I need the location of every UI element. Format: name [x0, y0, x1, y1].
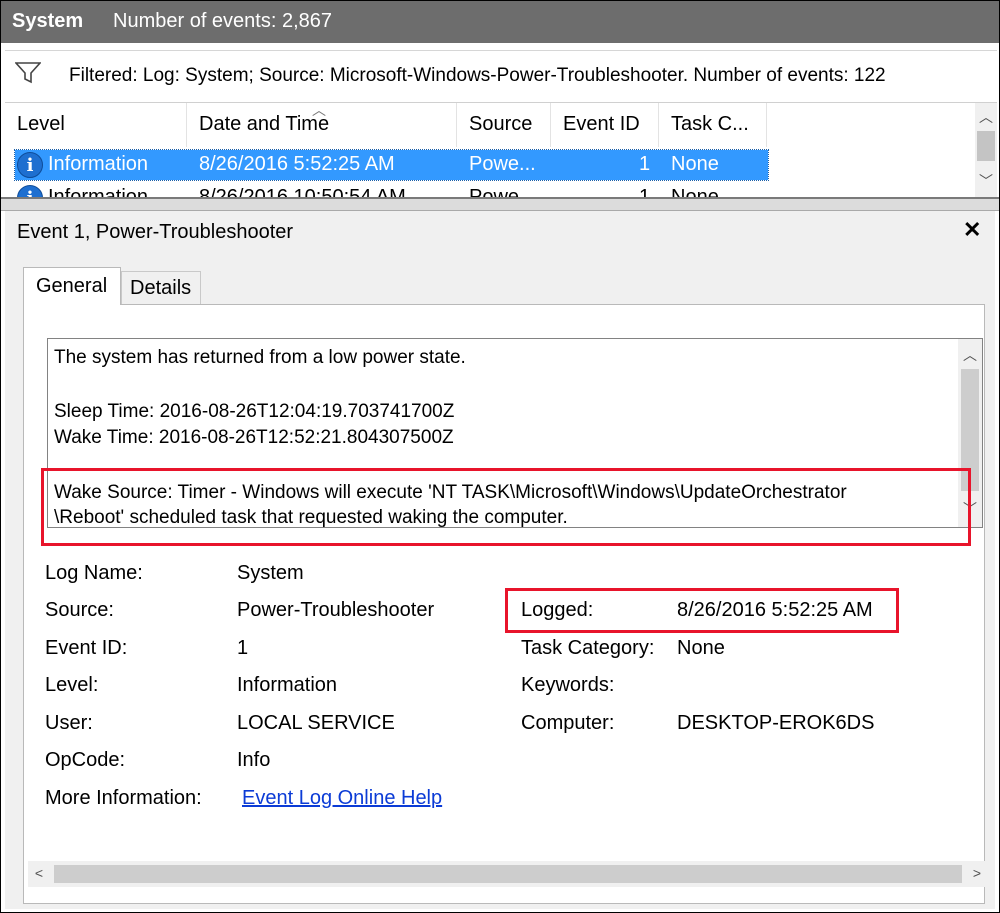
scroll-right-icon[interactable]: >	[966, 865, 988, 881]
pane-splitter[interactable]	[1, 197, 999, 211]
log-name-label: Log Name:	[45, 562, 143, 584]
column-header-source[interactable]: Source	[457, 103, 551, 147]
general-tab-panel: The system has returned from a low power…	[23, 304, 985, 904]
log-header: System Number of events: 2,867	[1, 1, 999, 43]
row-task: None	[671, 153, 719, 175]
row-level: Information	[48, 153, 149, 175]
column-header-level[interactable]: Level	[5, 103, 187, 147]
tab-label: Details	[130, 277, 192, 299]
filter-bar: Filtered: Log: System; Source: Microsoft…	[5, 50, 997, 103]
filter-icon	[15, 62, 41, 84]
scroll-down-icon[interactable]: ﹀	[975, 171, 997, 191]
column-header-label: Date and Time	[199, 113, 330, 135]
scroll-left-icon[interactable]: <	[28, 865, 50, 881]
description-line: Sleep Time: 2016-08-26T12:04:19.70374170…	[54, 401, 455, 422]
information-icon: i	[17, 152, 43, 178]
event-list-scrollbar[interactable]: ︿ ﹀	[975, 103, 997, 198]
tab-label: General	[36, 275, 108, 297]
event-log-online-help-link[interactable]: Event Log Online Help	[242, 787, 442, 810]
event-viewer-window: System Number of events: 2,867 Filtered:…	[0, 0, 1000, 913]
sort-ascending-icon: ︿	[312, 102, 326, 118]
row-source: Powe...	[469, 153, 536, 175]
task-category-label: Task Category:	[521, 637, 655, 659]
event-details-pane: Event 1, Power-Troubleshooter ✕ General …	[5, 211, 995, 909]
row-event-id: 1	[639, 153, 651, 175]
column-header-label: Level	[17, 113, 65, 135]
details-horizontal-scrollbar[interactable]: < >	[28, 861, 988, 887]
column-header-event-id[interactable]: Event ID	[551, 103, 659, 147]
keywords-label: Keywords:	[521, 674, 615, 696]
opcode-value: Info	[237, 749, 271, 771]
close-icon[interactable]: ✕	[963, 217, 981, 243]
event-list[interactable]: Level Date and Time ︿ Source Event ID Ta…	[5, 102, 997, 198]
event-id-value: 1	[237, 637, 249, 659]
column-header-label: Event ID	[563, 113, 640, 135]
tab-details[interactable]: Details	[121, 271, 201, 305]
column-header-label: Task C...	[671, 113, 749, 135]
user-label: User:	[45, 712, 93, 734]
event-count: Number of events: 2,867	[113, 10, 333, 32]
source-value: Power-Troubleshooter	[237, 599, 435, 621]
event-details-title: Event 1, Power-Troubleshooter	[17, 221, 294, 243]
description-line: The system has returned from a low power…	[54, 347, 466, 368]
column-header-label: Source	[469, 113, 533, 135]
level-label: Level:	[45, 674, 99, 696]
computer-value: DESKTOP-EROK6DS	[677, 712, 875, 734]
highlight-box-wake-source	[41, 468, 971, 546]
more-information-label: More Information:	[45, 787, 202, 809]
logged-value: 8/26/2016 5:52:25 AM	[677, 599, 873, 621]
task-category-value: None	[677, 637, 725, 659]
opcode-label: OpCode:	[45, 749, 126, 771]
log-title: System	[12, 10, 84, 32]
user-value: LOCAL SERVICE	[237, 712, 395, 734]
description-line: Wake Time: 2016-08-26T12:52:21.804307500…	[54, 427, 454, 448]
filter-description: Filtered: Log: System; Source: Microsoft…	[69, 65, 886, 86]
source-label: Source:	[45, 599, 114, 621]
level-value: Information	[237, 674, 338, 696]
scroll-up-icon[interactable]: ︿	[959, 345, 981, 365]
table-row[interactable]: i Information 8/26/2016 5:52:25 AM Powe.…	[14, 149, 769, 181]
scrollbar-thumb[interactable]	[977, 131, 995, 161]
logged-label: Logged:	[521, 599, 594, 621]
table-row[interactable]: i Information 8/26/2016 10:50:54 AM Powe…	[15, 183, 768, 198]
tab-general[interactable]: General	[23, 267, 121, 305]
row-datetime: 8/26/2016 5:52:25 AM	[199, 153, 395, 175]
computer-label: Computer:	[521, 712, 615, 734]
scroll-up-icon[interactable]: ︿	[975, 107, 997, 127]
event-id-label: Event ID:	[45, 637, 128, 659]
log-name-value: System	[237, 562, 304, 584]
scrollbar-thumb[interactable]	[54, 865, 962, 883]
column-header-task-category[interactable]: Task C...	[659, 103, 767, 147]
